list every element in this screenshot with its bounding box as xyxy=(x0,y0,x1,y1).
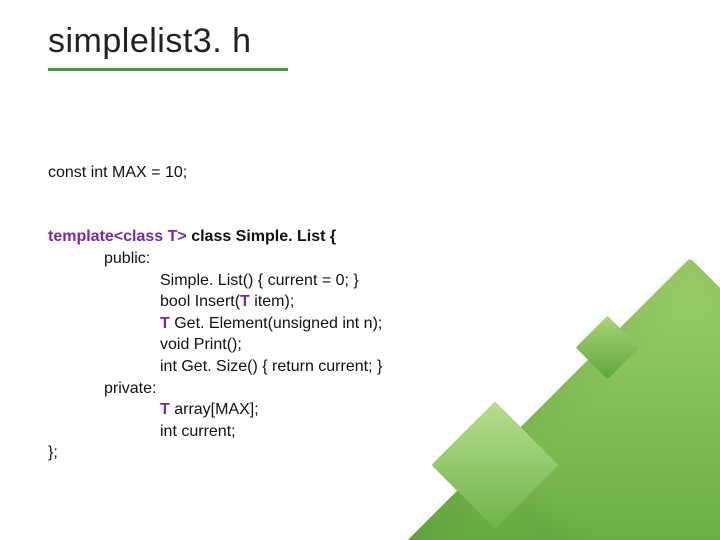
code-public-label: public: xyxy=(48,248,150,270)
slide: simplelist3. h const int MAX = 10; templ… xyxy=(0,0,720,540)
code-ctor: Simple. List() { current = 0; } xyxy=(48,270,359,292)
code-get-element-post: Get. Element(unsigned int n); xyxy=(170,315,383,332)
code-line-const: const int MAX = 10; xyxy=(48,164,187,181)
code-block: const int MAX = 10; template<class T> cl… xyxy=(48,140,382,486)
code-print: void Print(); xyxy=(48,334,242,356)
code-close: }; xyxy=(48,444,58,461)
code-array-post: array[MAX]; xyxy=(170,401,259,418)
code-get-element-typeparam: T xyxy=(160,315,170,332)
code-insert-pre: bool Insert( xyxy=(160,293,240,310)
code-insert-post: item); xyxy=(250,293,294,310)
code-insert-typeparam: T xyxy=(240,293,250,310)
code-get-element: T Get. Element(unsigned int n); xyxy=(48,313,382,335)
code-array: T array[MAX]; xyxy=(48,399,259,421)
code-current: int current; xyxy=(48,421,236,443)
code-private-label: private: xyxy=(48,378,156,400)
code-class-decl: class Simple. List { xyxy=(187,228,336,245)
code-array-typeparam: T xyxy=(160,401,170,418)
title-underline xyxy=(48,68,288,71)
code-insert: bool Insert(T item); xyxy=(48,291,294,313)
slide-title: simplelist3. h xyxy=(48,22,252,61)
code-get-size: int Get. Size() { return current; } xyxy=(48,356,382,378)
code-template-keyword: template<class T> xyxy=(48,228,187,245)
